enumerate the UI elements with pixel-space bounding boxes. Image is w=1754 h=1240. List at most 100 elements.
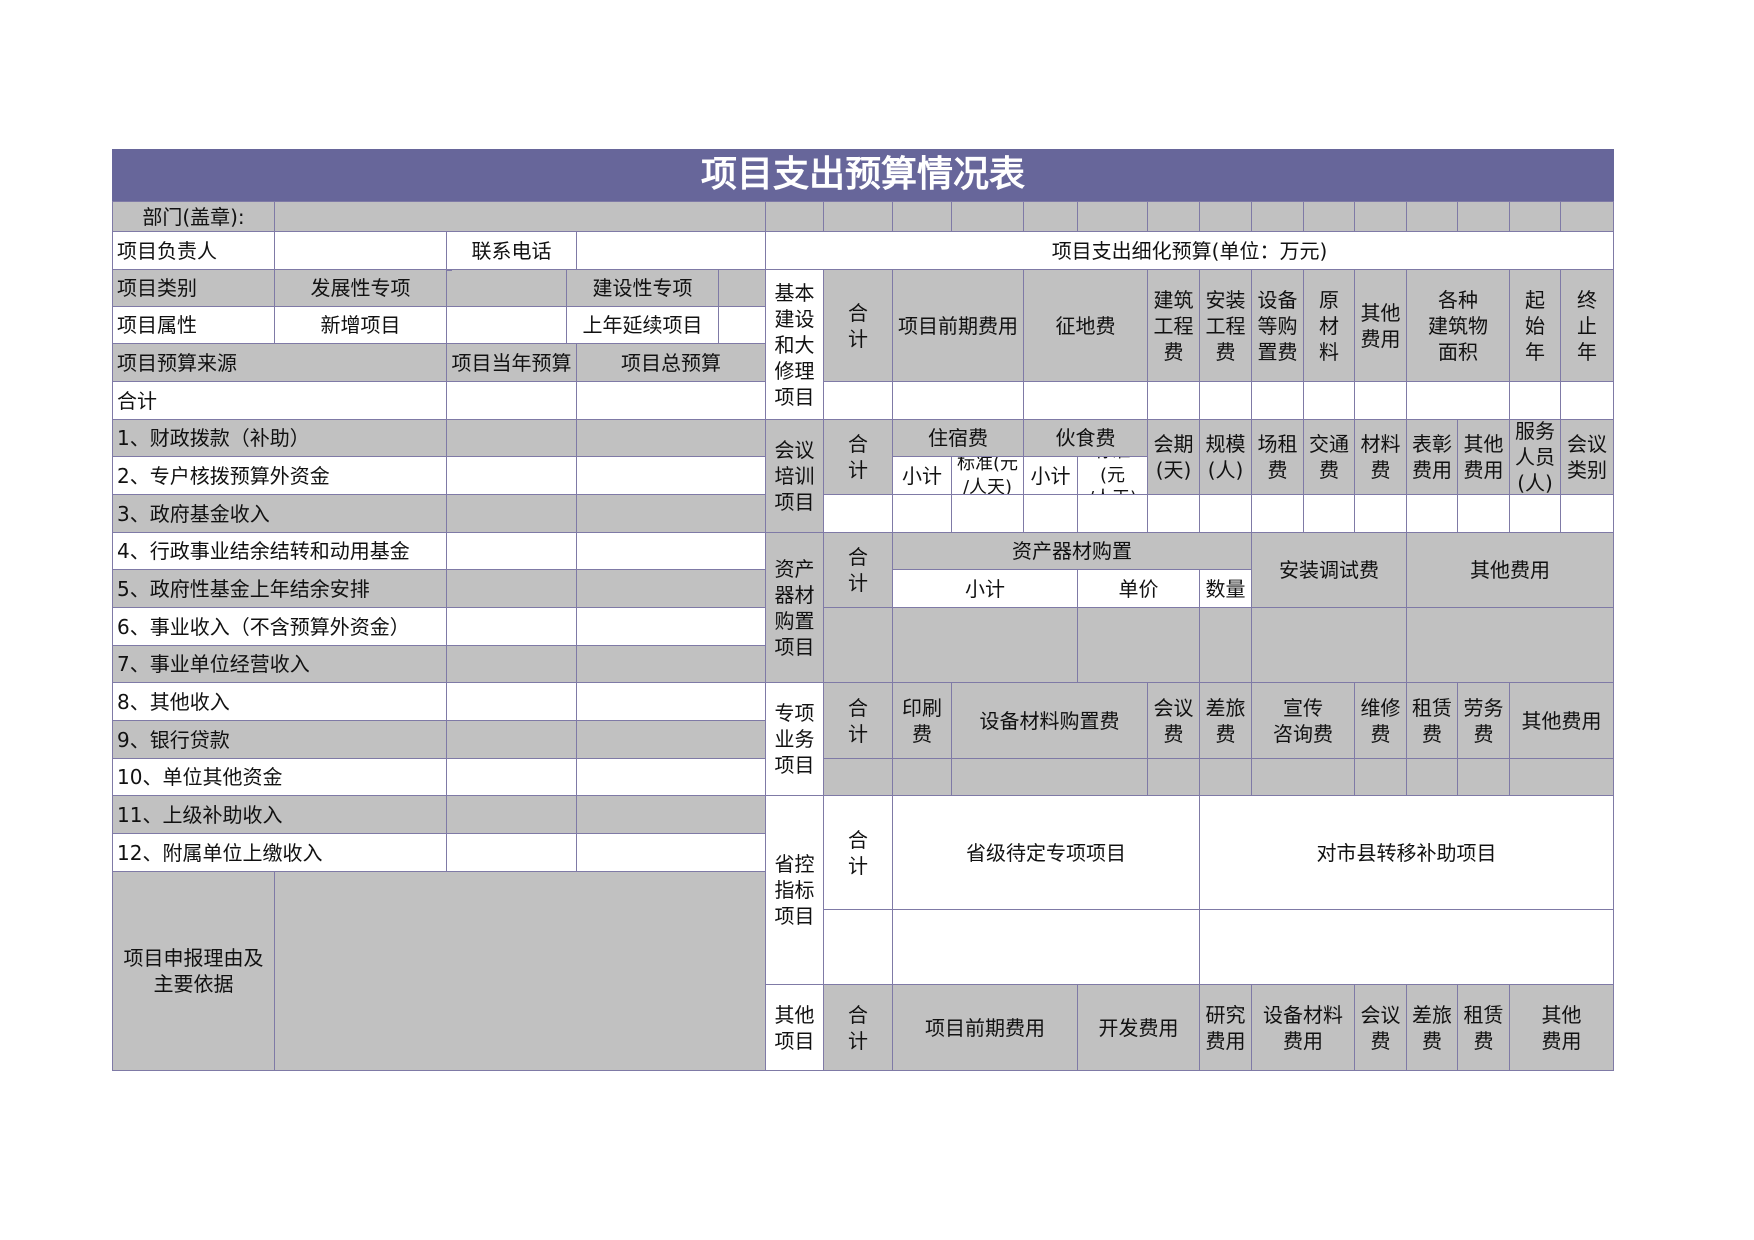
blank-cell [718,269,766,307]
source-current-year [446,419,577,457]
provincial-value [892,909,1200,985]
source-current-year [446,494,577,533]
reason-value [274,871,766,1071]
provincial-total: 合 计 [823,795,893,910]
blank-cell [718,306,766,344]
source-row-label: 9、银行贷款 [112,720,447,759]
source-current-year [446,720,577,759]
provincial-value [823,909,893,985]
source-total [576,833,766,872]
source-total [576,456,766,495]
special-value [1354,758,1407,796]
asset-unit-price: 单价 [1077,569,1200,608]
budget-source-label: 项目预算来源 [112,343,447,382]
other-col-equipment: 设备材料 费用 [1251,984,1355,1071]
meeting-total: 合 计 [823,419,893,495]
other-col-travel: 差旅 费 [1406,984,1458,1071]
blank-cell [1147,201,1200,232]
blank-cell [1560,201,1614,232]
construction-value [1303,381,1355,420]
category-option-1: 发展性专项 [274,269,447,307]
special-value [1406,758,1458,796]
special-col-repair: 维修 费 [1354,682,1407,759]
source-row-label: 合计 [112,381,447,420]
provincial-value [1199,909,1614,985]
food-standard: 标准 (元 /人天) [1077,456,1148,495]
construction-col: 设备 等购 置费 [1251,269,1304,382]
construction-value [1147,381,1200,420]
meeting-col: 表彰 费用 [1406,419,1458,495]
special-col-publicity: 宣传 咨询费 [1251,682,1355,759]
meeting-value [1077,494,1148,533]
meeting-value [1406,494,1458,533]
meeting-value [1457,494,1510,533]
construction-value [1560,381,1614,420]
source-current-year [446,833,577,872]
meeting-value [1560,494,1614,533]
special-col-travel: 差旅 费 [1199,682,1252,759]
asset-value [823,607,893,683]
special-value [1509,758,1614,796]
source-row-label: 4、行政事业结余结转和动用基金 [112,532,447,570]
source-row-label: 12、附属单位上缴收入 [112,833,447,872]
food-header: 伙食费 [1023,419,1148,457]
meeting-col: 其他 费用 [1457,419,1510,495]
source-total [576,494,766,533]
other-col-research: 研究费用 [1199,984,1252,1071]
blank-cell [446,269,452,271]
asset-install-header: 安装调试费 [1251,532,1407,608]
provincial-pending-header: 省级待定专项项目 [892,795,1200,910]
total-budget-header: 项目总预算 [576,343,766,382]
phone-value [576,231,766,270]
phone-label: 联系电话 [446,231,577,270]
special-value [823,758,893,796]
meeting-col: 规模 (人) [1199,419,1252,495]
construction-value [1251,381,1304,420]
meeting-project-label: 会议 培训 项目 [765,419,824,533]
meeting-col: 会期 (天) [1147,419,1200,495]
blank-cell [1509,201,1561,232]
construction-col-area: 各种 建筑物 面积 [1406,269,1510,382]
other-project-label: 其他 项目 [765,984,824,1071]
special-col-print: 印刷 费 [892,682,952,759]
other-col-meeting: 会议 费 [1354,984,1407,1071]
blank-cell [892,201,952,232]
construction-col-end: 终 止 年 [1560,269,1614,382]
meeting-col: 场租 费 [1251,419,1304,495]
source-total [576,758,766,796]
source-current-year [446,607,577,646]
special-value [1147,758,1200,796]
dept-value [274,201,766,232]
source-row-label: 11、上级补助收入 [112,795,447,834]
source-row-label: 5、政府性基金上年结余安排 [112,569,447,608]
special-value [1457,758,1510,796]
source-row-label: 3、政府基金收入 [112,494,447,533]
source-total [576,645,766,683]
construction-col-land: 征地费 [1023,269,1148,382]
construction-value [1509,381,1561,420]
construction-value [1354,381,1407,420]
asset-value [1251,607,1407,683]
attribute-label: 项目属性 [112,306,275,344]
special-value [1199,758,1252,796]
blank-cell [1251,201,1304,232]
construction-value [892,381,1024,420]
meeting-value [1251,494,1304,533]
asset-subtotal: 小计 [892,569,1078,608]
meeting-value [951,494,1024,533]
construction-col: 原 材 料 [1303,269,1355,382]
source-row-label: 8、其他收入 [112,682,447,721]
category-option-2: 建设性专项 [566,269,719,307]
source-row-label: 7、事业单位经营收入 [112,645,447,683]
source-total [576,419,766,457]
asset-value [1077,607,1200,683]
construction-total: 合 计 [823,269,893,382]
meeting-value [1509,494,1561,533]
category-label: 项目类别 [112,269,275,307]
source-row-label: 2、专户核拨预算外资金 [112,456,447,495]
other-total: 合 计 [823,984,893,1071]
special-value [1251,758,1355,796]
construction-value [1406,381,1510,420]
construction-project-label: 基本 建设 和大 修理 项目 [765,269,824,420]
special-col-equipment: 设备材料购置费 [951,682,1148,759]
